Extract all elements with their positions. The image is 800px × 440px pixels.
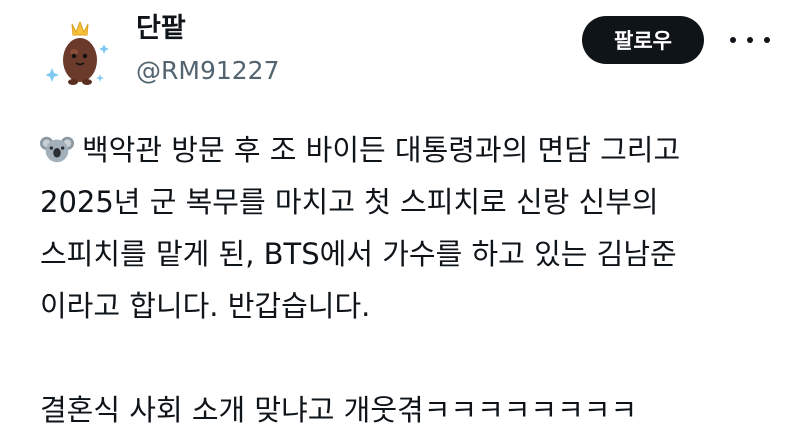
tweet-line-5: 결혼식 사회 소개 맞냐고 개웃겪ㅋㅋㅋㅋㅋㅋㅋㅋ bbox=[40, 393, 638, 427]
tweet-line-4: 이라고 합니다. 반갑습니다. bbox=[40, 289, 371, 323]
user-names: 단팥 @RM91227 bbox=[136, 12, 279, 88]
tweet-line-3: 스피치를 맡게 된, BTS에서 가수를 하고 있는 김남준 bbox=[40, 237, 677, 271]
more-dot bbox=[764, 37, 770, 43]
more-dot bbox=[730, 37, 736, 43]
tweet-line-text: 백악관 방문 후 조 바이든 대통령과의 면담 그리고 bbox=[82, 133, 681, 167]
tweet-line-2: 2025년 군 복무를 마치고 첫 스피치로 신랑 신부의 bbox=[40, 185, 659, 219]
tweet-header: 단팥 @RM91227 팔로우 bbox=[40, 10, 780, 92]
tweet-line-1: 백악관 방문 후 조 바이든 대통령과의 면담 그리고 bbox=[40, 124, 780, 176]
follow-button[interactable]: 팔로우 bbox=[582, 16, 704, 64]
more-dot bbox=[747, 37, 753, 43]
tweet-text: 백악관 방문 후 조 바이든 대통령과의 면담 그리고 2025년 군 복무를 … bbox=[40, 124, 780, 436]
avatar[interactable] bbox=[40, 16, 116, 92]
display-name[interactable]: 단팥 bbox=[136, 12, 279, 46]
red-bean-character-icon bbox=[45, 20, 109, 85]
more-options-icon[interactable] bbox=[730, 28, 770, 52]
tweet-card: 단팥 @RM91227 팔로우 백악관 방문 후 조 바이든 대통령과의 면담 … bbox=[0, 0, 800, 440]
user-handle[interactable]: @RM91227 bbox=[136, 54, 279, 88]
koala-emoji-icon bbox=[40, 136, 74, 163]
